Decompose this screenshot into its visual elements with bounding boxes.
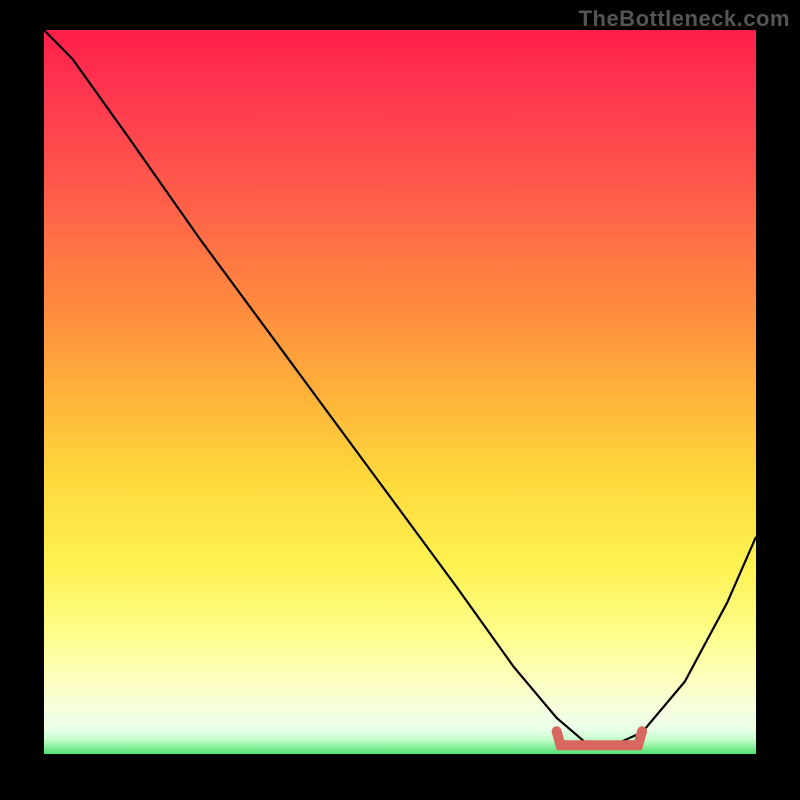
chart-container: TheBottleneck.com	[0, 0, 800, 800]
watermark-text: TheBottleneck.com	[579, 6, 790, 32]
line-chart-svg	[44, 30, 756, 754]
bottleneck-curve-line	[44, 30, 756, 745]
